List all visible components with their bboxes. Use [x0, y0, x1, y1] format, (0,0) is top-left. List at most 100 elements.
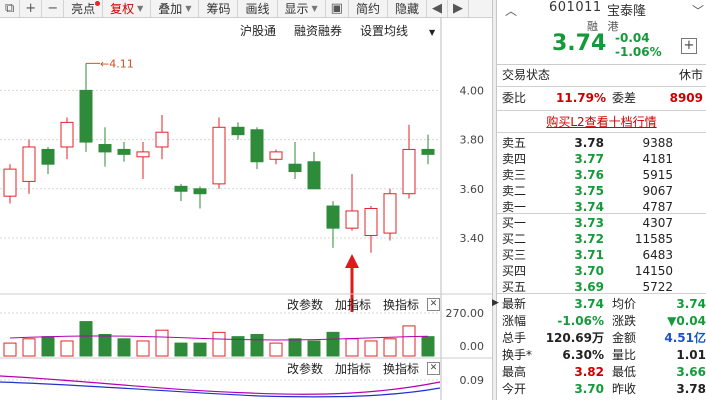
hk-connect-link[interactable]: 沪股通	[240, 22, 276, 39]
bid-row[interactable]: 买三 3.71 6483	[497, 247, 706, 263]
y-tick-label: 3.60	[460, 183, 485, 196]
volume-bar[interactable]	[41, 336, 55, 357]
volume-bar[interactable]	[421, 336, 435, 357]
kline-chart[interactable]: 4.003.803.603.40←4.11270.000.000.09	[0, 0, 492, 400]
buy-l2-link[interactable]: 购买L2查看十档行情	[497, 113, 706, 130]
margin-trading-link[interactable]: 融资融券	[294, 22, 342, 39]
volume-bar[interactable]	[136, 340, 150, 357]
volume-bar[interactable]	[307, 340, 321, 357]
bid-row[interactable]: 买一 3.73 4307	[497, 215, 706, 231]
ask-volume: 9067	[642, 184, 673, 198]
stat-row: 最新 3.74 均价 3.74	[497, 296, 706, 312]
bid-row[interactable]: 买二 3.72 11585	[497, 231, 706, 247]
stat-label: 金额	[612, 331, 637, 345]
price-change: -0.04 -1.06%	[615, 31, 662, 59]
volume-bar[interactable]	[212, 331, 226, 357]
volume-bar[interactable]	[98, 334, 112, 357]
volume-bar[interactable]	[155, 329, 169, 357]
candle-body[interactable]	[3, 168, 17, 197]
candle-body[interactable]	[212, 126, 226, 185]
ask-row[interactable]: 卖五 3.78 9388	[497, 135, 706, 151]
candle-body[interactable]	[250, 129, 264, 163]
candle-body[interactable]	[345, 210, 359, 229]
candle-body[interactable]	[117, 148, 131, 155]
candle-body[interactable]	[22, 146, 36, 182]
stock-chart-window: ⧉ + − 亮点 复权 ▼ 叠加 ▼ 筹码 画线 显示 ▼ ▣ 简约 隐藏 ◀ ▶ 4…	[0, 0, 706, 400]
close-icon[interactable]: ✕	[427, 362, 440, 375]
candle-body[interactable]	[307, 161, 321, 190]
webi-label: 委比	[502, 91, 527, 105]
divider	[497, 132, 706, 133]
candle-body[interactable]	[174, 185, 188, 192]
volume-bar[interactable]	[79, 321, 93, 357]
last-price: 3.74	[552, 31, 607, 56]
volume-bar[interactable]	[3, 342, 17, 357]
candle-body[interactable]	[288, 163, 302, 173]
bid-volume: 14150	[634, 264, 673, 278]
ask-row[interactable]: 卖二 3.75 9067	[497, 183, 706, 199]
volume-bar[interactable]	[383, 338, 397, 357]
volume-bar[interactable]	[117, 338, 131, 357]
volume-bar[interactable]	[193, 342, 207, 357]
stock-code: 601011	[549, 0, 602, 15]
stat-label: 涨跌	[612, 314, 637, 328]
volume-bar[interactable]	[288, 338, 302, 357]
candle-body[interactable]	[326, 205, 340, 229]
ask-price: 3.76	[574, 168, 604, 182]
volume-bar[interactable]	[402, 325, 416, 357]
bid-row[interactable]: 买四 3.70 14150	[497, 263, 706, 279]
divider	[497, 213, 706, 214]
candle-body[interactable]	[402, 148, 416, 195]
bid-volume: 6483	[642, 248, 673, 262]
webi-value: 11.79%	[556, 91, 606, 105]
change-indicator-button[interactable]: 换指标	[383, 296, 419, 313]
candle-body[interactable]	[41, 148, 55, 165]
close-icon[interactable]: ✕	[427, 298, 440, 311]
volume-bar[interactable]	[22, 338, 36, 357]
stat-value: 4.51亿	[664, 331, 706, 345]
bid-price: 3.70	[574, 264, 604, 278]
volume-bar[interactable]	[269, 342, 283, 357]
set-ma-link[interactable]: 设置均线 ▼	[360, 22, 453, 39]
candle-body[interactable]	[193, 188, 207, 195]
ask-row[interactable]: 卖四 3.77 4181	[497, 151, 706, 167]
ask-row[interactable]: 卖三 3.76 5915	[497, 167, 706, 183]
volume-bar[interactable]	[345, 338, 359, 357]
candle-body[interactable]	[79, 89, 93, 143]
ask-price: 3.75	[574, 184, 604, 198]
high-price-label: ←4.11	[100, 57, 134, 70]
volume-bar[interactable]	[250, 334, 264, 357]
volume-bar[interactable]	[326, 331, 340, 357]
weicha-label: 委差	[612, 91, 637, 105]
quote-header: ︿ 601011 宝泰隆 ﹀ 融 港 3.74 -0.04 -1.06% +	[497, 0, 706, 65]
stat-value: 6.30%	[562, 348, 604, 362]
candle-body[interactable]	[98, 144, 112, 153]
annotation-arrow-head	[345, 254, 359, 268]
edit-params-button[interactable]: 改参数	[287, 360, 323, 377]
candle-body[interactable]	[364, 207, 378, 237]
add-watchlist-icon[interactable]: +	[681, 38, 697, 54]
chevron-down-icon[interactable]: ﹀	[692, 2, 704, 19]
add-indicator-button[interactable]: 加指标	[335, 296, 371, 313]
candle-body[interactable]	[136, 151, 150, 158]
stat-label: 换手*	[502, 348, 533, 362]
candle-body[interactable]	[269, 151, 283, 160]
add-indicator-button[interactable]: 加指标	[335, 360, 371, 377]
candle-body[interactable]	[155, 131, 169, 148]
stat-value: ▼0.04	[667, 314, 706, 328]
volume-bar[interactable]	[364, 340, 378, 357]
candle-body[interactable]	[60, 121, 74, 148]
bid-label: 买三	[502, 248, 527, 262]
chevron-up-icon[interactable]: ︿	[505, 2, 517, 19]
stat-value: -1.06%	[557, 314, 604, 328]
candle-body[interactable]	[421, 148, 435, 155]
change-amount: -0.04	[615, 31, 650, 45]
change-indicator-button[interactable]: 换指标	[383, 360, 419, 377]
volume-bar[interactable]	[174, 342, 188, 357]
volume-bar[interactable]	[60, 340, 74, 357]
stat-label: 涨幅	[502, 314, 527, 328]
candle-body[interactable]	[231, 126, 245, 136]
bid-price: 3.73	[574, 216, 604, 230]
edit-params-button[interactable]: 改参数	[287, 296, 323, 313]
candle-body[interactable]	[383, 193, 397, 234]
